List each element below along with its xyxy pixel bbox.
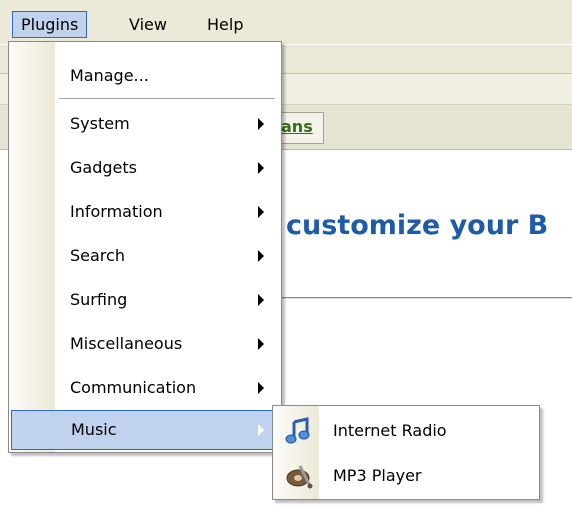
menu-item-information[interactable]: Information <box>11 192 279 232</box>
menu-item-label: Miscellaneous <box>70 334 183 353</box>
submenu-arrow-icon <box>258 206 264 218</box>
menu-plugins[interactable]: Plugins <box>12 11 88 38</box>
plugins-dropdown-menu: Manage... System Gadgets Information Sea… <box>8 41 282 453</box>
submenu-arrow-icon <box>258 338 264 350</box>
menu-item-manage[interactable]: Manage... <box>11 56 279 96</box>
menu-item-surfing[interactable]: Surfing <box>11 280 279 320</box>
content-divider-highlight <box>282 298 572 299</box>
menu-item-label: Music <box>71 420 117 439</box>
menu-item-label: Search <box>70 246 125 265</box>
menu-help-label: Help <box>207 15 244 34</box>
submenu-item-label: Internet Radio <box>333 421 447 440</box>
submenu-arrow-icon <box>258 162 264 174</box>
submenu-item-internet-radio[interactable]: Internet Radio <box>275 410 537 452</box>
menu-item-label: Information <box>70 202 163 221</box>
menu-plugins-label: Plugins <box>21 15 79 34</box>
music-note-icon <box>285 417 313 445</box>
menu-item-label: Gadgets <box>70 158 137 177</box>
mp3-player-icon <box>285 462 313 490</box>
menu-item-gadgets[interactable]: Gadgets <box>11 148 279 188</box>
submenu-arrow-icon <box>258 118 264 130</box>
menu-item-miscellaneous[interactable]: Miscellaneous <box>11 324 279 364</box>
submenu-arrow-icon <box>258 250 264 262</box>
menu-item-label: Manage... <box>70 66 149 85</box>
submenu-arrow-icon <box>258 294 264 306</box>
background-tab-label: ans <box>281 117 313 136</box>
menu-view-label: View <box>129 15 167 34</box>
music-submenu: Internet Radio MP3 Player <box>272 405 540 500</box>
menu-item-music[interactable]: Music <box>11 410 279 450</box>
menu-item-label: System <box>70 114 130 133</box>
menu-bar: Plugins View Help <box>0 0 572 44</box>
submenu-item-mp3-player[interactable]: MP3 Player <box>275 455 537 497</box>
submenu-arrow-icon <box>258 382 264 394</box>
menu-item-label: Surfing <box>70 290 128 309</box>
menu-help[interactable]: Help <box>199 11 251 38</box>
menu-view[interactable]: View <box>121 11 175 38</box>
menu-item-label: Communication <box>70 378 197 397</box>
menu-item-communication[interactable]: Communication <box>11 368 279 408</box>
page-heading: customize your B <box>286 210 549 241</box>
menu-item-search[interactable]: Search <box>11 236 279 276</box>
submenu-arrow-icon <box>258 424 264 436</box>
submenu-item-label: MP3 Player <box>333 466 422 485</box>
menu-item-system[interactable]: System <box>11 104 279 144</box>
menu-separator <box>59 98 275 102</box>
